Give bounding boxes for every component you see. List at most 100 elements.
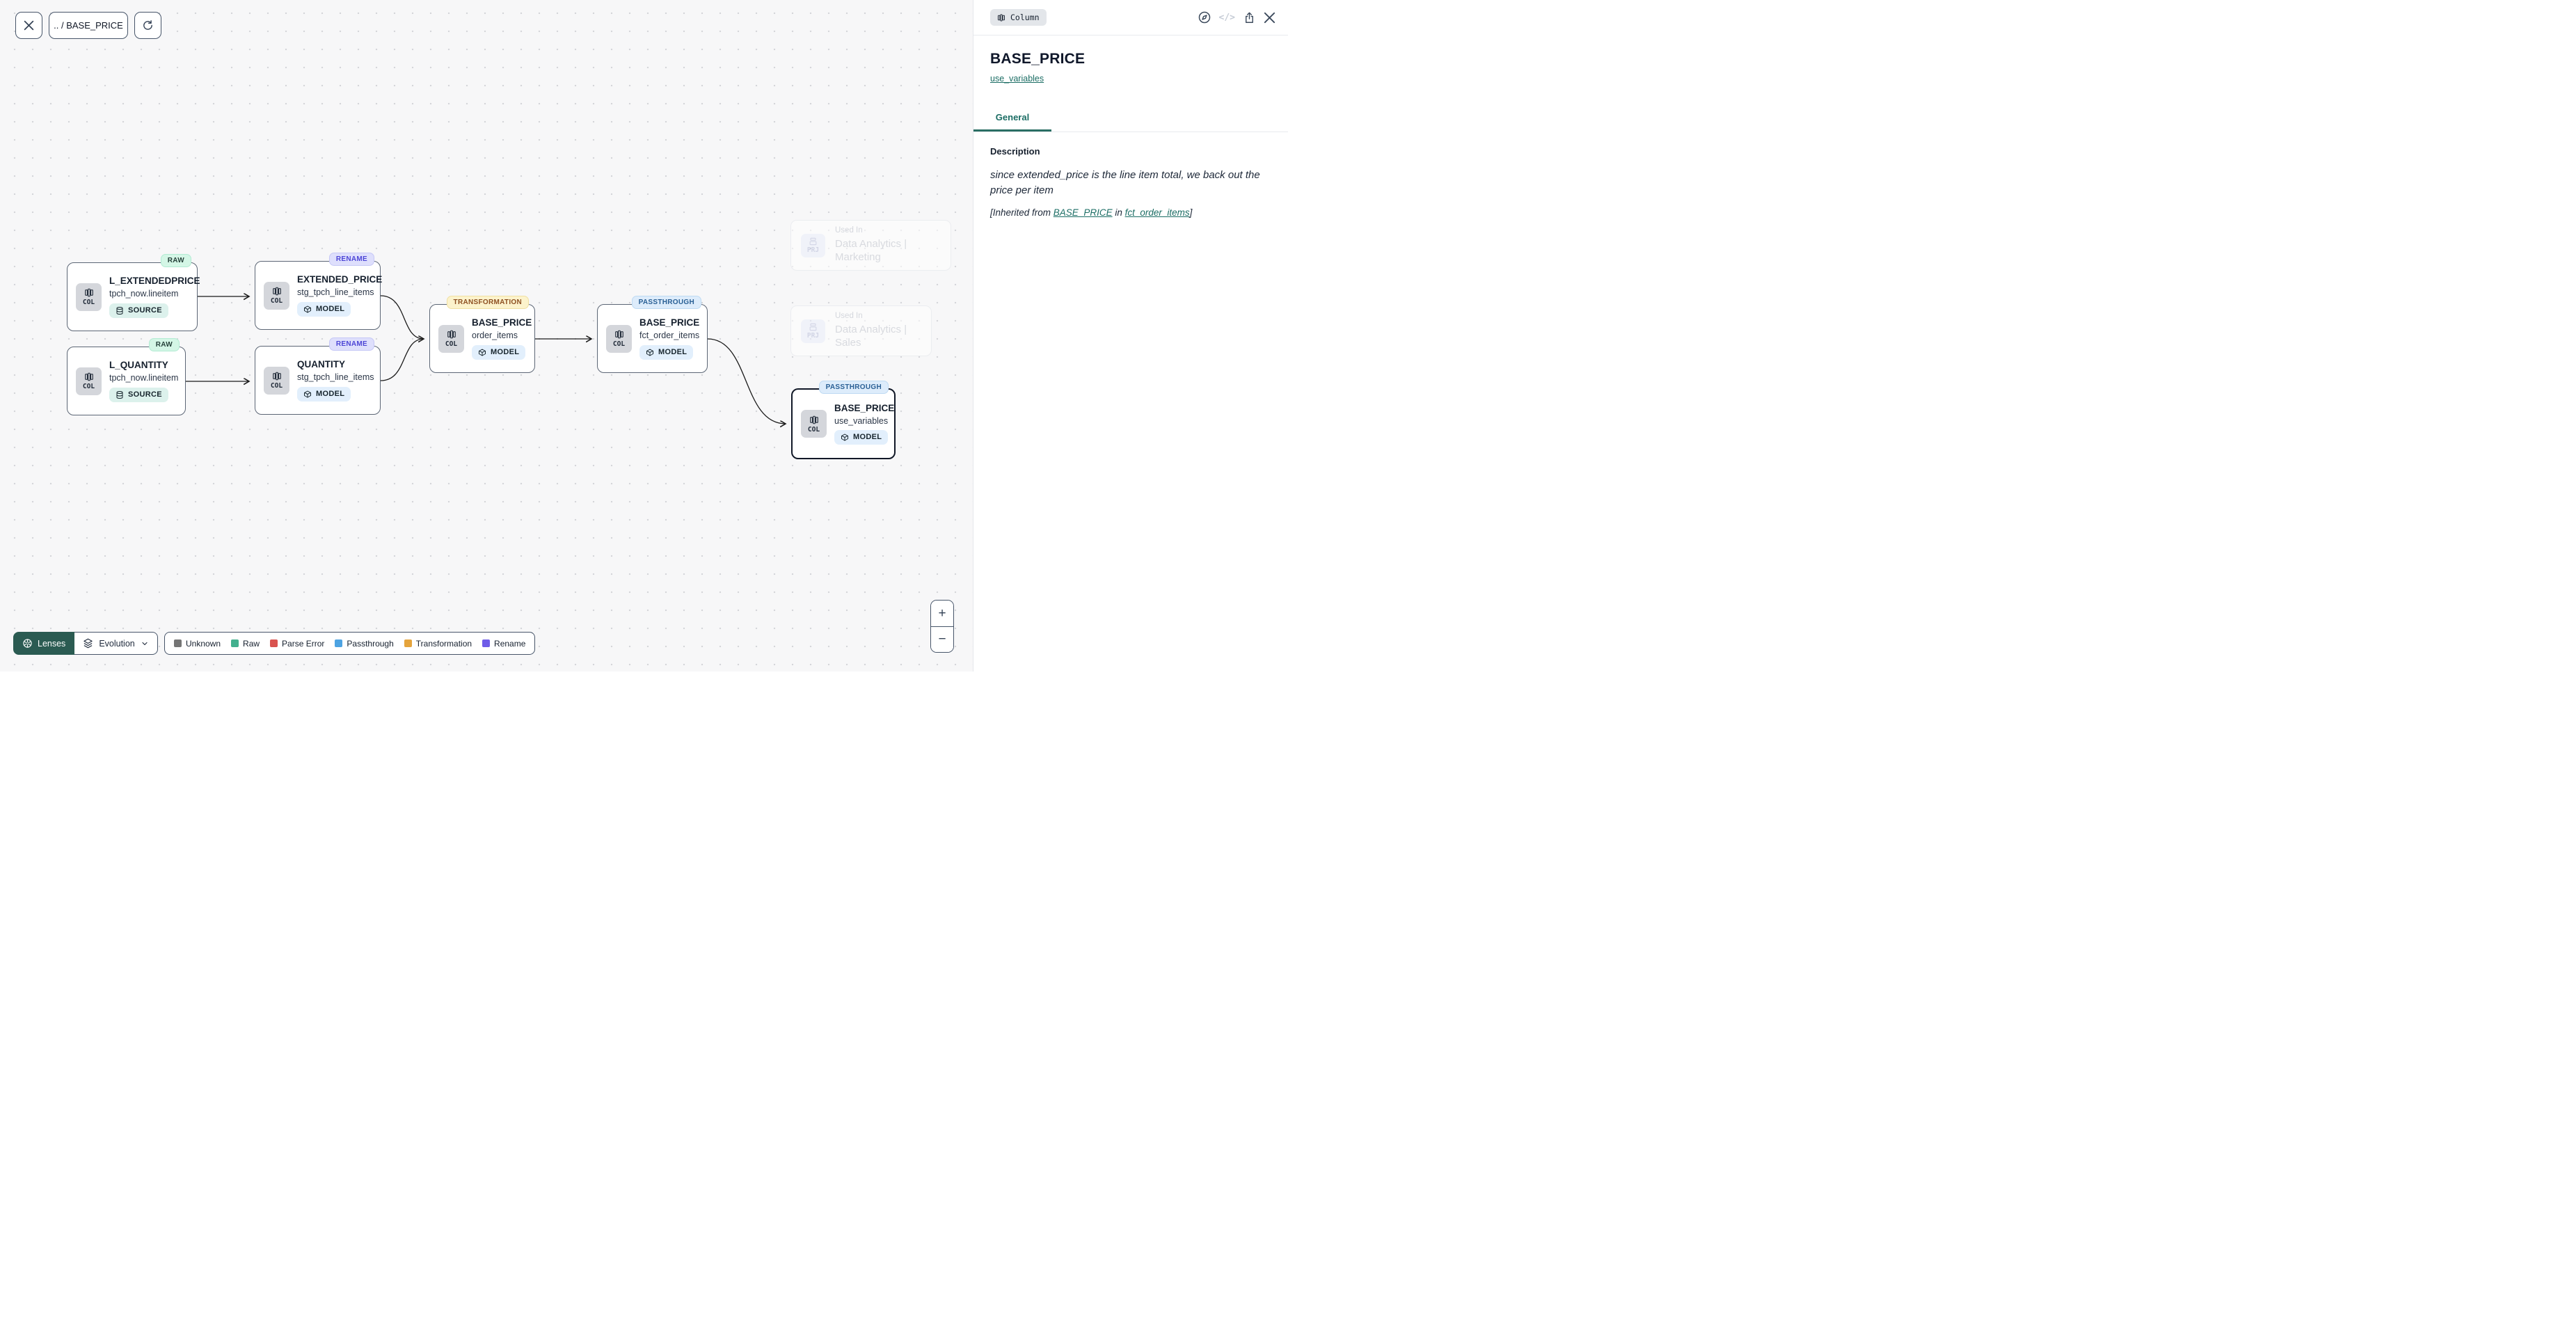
column-type-box: COL [801, 410, 827, 438]
node-title: BASE_PRICE [639, 317, 699, 329]
node-title: QUANTITY [297, 359, 345, 371]
node-subtitle: stg_tpch_line_items [297, 287, 374, 298]
kind-chip: SOURCE [109, 303, 168, 318]
lens-dropdown[interactable]: Evolution [74, 632, 157, 655]
edge [381, 339, 424, 381]
lens-selected-label: Evolution [99, 639, 134, 649]
column-type-box: COL [264, 282, 289, 310]
node-title: BASE_PRICE [834, 403, 894, 415]
lineage-node-base-price-use-variables[interactable]: PASSTHROUGH COL BASE_PRICE use_variables… [791, 388, 896, 459]
legend-swatch [174, 639, 182, 647]
database-icon [116, 306, 124, 315]
kind-label: SOURCE [128, 391, 162, 399]
zoom-out-button[interactable]: − [931, 626, 953, 652]
lineage-node-base-price-fct-order-items[interactable]: PASSTHROUGH COL BASE_PRICE fct_order_ite… [597, 304, 708, 373]
lineage-node-l-quantity[interactable]: RAW COL L_QUANTITY tpch_now.lineitem SOU… [67, 347, 186, 415]
status-badge: RAW [161, 254, 191, 267]
legend-label: Parse Error [282, 639, 324, 649]
cube-icon [478, 348, 486, 357]
lineage-canvas[interactable]: .. / BASE_PRICE RAW COL L_EXTENDEDPRICE … [0, 0, 973, 672]
col-label: COL [83, 299, 95, 306]
node-title: L_EXTENDEDPRICE [109, 276, 200, 287]
cube-icon [303, 305, 312, 314]
code-icon: </> [1219, 13, 1235, 23]
legend-swatch [335, 639, 342, 647]
database-icon [116, 390, 124, 399]
close-panel-icon[interactable] [1264, 12, 1275, 24]
prj-label: PRJ [807, 246, 819, 254]
kind-label: SOURCE [128, 307, 162, 315]
inherited-prefix: [Inherited from [990, 207, 1054, 218]
columns-icon [447, 329, 456, 340]
layers-icon [83, 638, 93, 649]
used-in-card-sales[interactable]: PRJ Used In Data Analytics | Sales [790, 305, 932, 356]
legend-item: Rename [482, 639, 525, 649]
columns-icon [272, 286, 282, 296]
col-label: COL [613, 340, 625, 348]
column-type-box: COL [438, 325, 464, 353]
edge [381, 296, 424, 339]
node-subtitle: tpch_now.lineitem [109, 288, 178, 299]
breadcrumb[interactable]: .. / BASE_PRICE [49, 12, 128, 39]
used-in-card-marketing[interactable]: PRJ Used In Data Analytics | Marketing [790, 220, 951, 271]
col-label: COL [271, 297, 283, 305]
used-in-project: Data Analytics | Marketing [835, 237, 941, 264]
columns-icon [272, 371, 282, 381]
cube-icon [646, 348, 654, 357]
legend-label: Passthrough [347, 639, 393, 649]
kind-chip: MODEL [834, 430, 888, 445]
aperture-icon [22, 638, 33, 649]
lenses-button[interactable]: Lenses [13, 632, 74, 655]
column-type-box: COL [606, 325, 632, 353]
tab-general[interactable]: General [973, 106, 1051, 132]
edge [708, 339, 786, 424]
legend-swatch [270, 639, 278, 647]
legend-item: Parse Error [270, 639, 324, 649]
legend-item: Passthrough [335, 639, 393, 649]
inherited-column-link[interactable]: BASE_PRICE [1054, 207, 1113, 218]
columns-icon [997, 13, 1005, 22]
app: .. / BASE_PRICE RAW COL L_EXTENDEDPRICE … [0, 0, 1288, 672]
kind-label: MODEL [316, 305, 344, 313]
kind-chip: MODEL [472, 345, 525, 360]
cube-icon [303, 390, 312, 399]
kind-label: MODEL [491, 349, 519, 356]
legend-label: Unknown [186, 639, 221, 649]
project-type-box: PRJ [801, 234, 825, 257]
legend-label: Rename [494, 639, 525, 649]
description-heading: Description [990, 146, 1271, 157]
columns-icon [809, 415, 819, 425]
legend-label: Raw [243, 639, 260, 649]
page-title: BASE_PRICE [990, 51, 1271, 67]
share-icon[interactable] [1243, 11, 1256, 24]
model-link[interactable]: use_variables [990, 74, 1044, 84]
node-subtitle: tpch_now.lineitem [109, 372, 178, 383]
kind-label: MODEL [316, 390, 344, 398]
legend-item: Unknown [174, 639, 221, 649]
col-label: COL [808, 426, 820, 434]
archive-icon [808, 237, 818, 246]
cube-icon [841, 433, 849, 442]
close-graph-button[interactable] [15, 12, 42, 39]
inherited-mid: in [1113, 207, 1125, 218]
status-badge: RAW [149, 338, 180, 351]
status-badge: TRANSFORMATION [447, 296, 529, 309]
column-type-box: COL [76, 367, 102, 395]
inherited-suffix: ] [1190, 207, 1193, 218]
column-type-box: COL [76, 283, 102, 311]
lineage-node-quantity[interactable]: RENAME COL QUANTITY stg_tpch_line_items … [255, 346, 381, 415]
archive-icon [808, 322, 818, 332]
panel-title-block: BASE_PRICE use_variables [973, 35, 1288, 85]
refresh-button[interactable] [134, 12, 161, 39]
lineage-node-l-extendedprice[interactable]: RAW COL L_EXTENDEDPRICE tpch_now.lineite… [67, 262, 198, 331]
lineage-node-extended-price[interactable]: RENAME COL EXTENDED_PRICE stg_tpch_line_… [255, 261, 381, 330]
zoom-in-button[interactable]: + [931, 601, 953, 626]
lineage-node-base-price-order-items[interactable]: TRANSFORMATION COL BASE_PRICE order_item… [429, 304, 535, 373]
compass-icon[interactable] [1198, 10, 1211, 24]
columns-icon [614, 329, 624, 340]
legend-label: Transformation [416, 639, 472, 649]
node-subtitle: stg_tpch_line_items [297, 372, 374, 383]
detail-panel: Column </> BASE_PRICE use_variables Gene… [973, 0, 1288, 672]
inherited-model-link[interactable]: fct_order_items [1125, 207, 1190, 218]
legend-item: Raw [231, 639, 260, 649]
